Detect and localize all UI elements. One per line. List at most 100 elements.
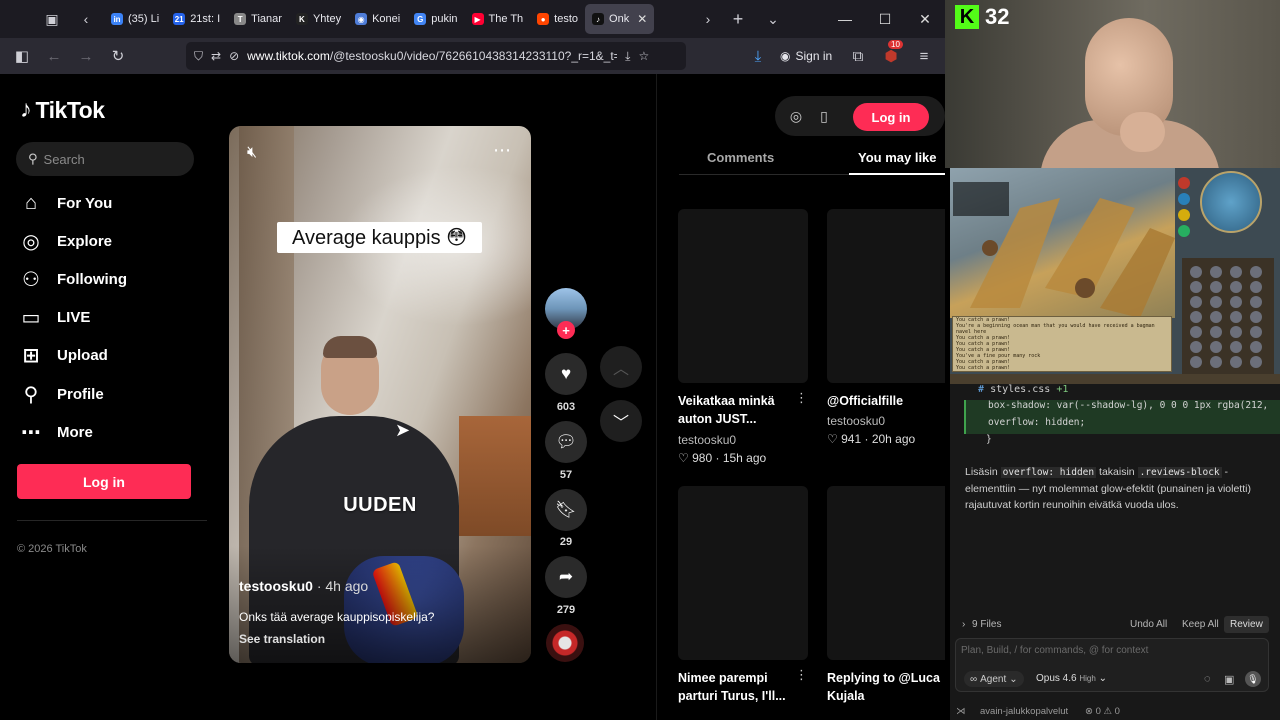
card-title[interactable]: Veikatkaa minkä auton JUST... [678, 392, 796, 428]
menu-icon[interactable]: ≡ [908, 40, 940, 72]
previous-video-button[interactable]: ︿ [600, 346, 642, 388]
follow-plus-icon[interactable]: + [557, 321, 575, 339]
save-page-icon[interactable]: ⤓ [625, 49, 630, 64]
minimize-icon[interactable]: — [825, 0, 865, 38]
sidebar-item-label: LIVE [57, 308, 91, 326]
sidebar-item-label: For You [57, 194, 113, 212]
inventory-item-icon [1230, 266, 1242, 278]
status-branch[interactable]: avain-jalukkopalvelut [980, 706, 1068, 717]
close-window-icon[interactable]: ✕ [905, 0, 945, 38]
video-author[interactable]: testoosku0 · 4h ago [239, 578, 368, 594]
tab-comments[interactable]: Comments [707, 150, 774, 165]
video-thumbnail[interactable] [678, 209, 808, 383]
spec-orb-icon [1178, 225, 1190, 237]
blocked-media-icon[interactable]: ⊘ [229, 49, 239, 63]
compass-icon: ◎ [22, 230, 40, 253]
extensions-icon[interactable]: ⧉ [842, 40, 874, 72]
remote-icon[interactable]: ⋊ [956, 706, 966, 717]
browser-tab[interactable]: T Tianar [227, 4, 289, 34]
browser-tab[interactable]: ◉ Konei [348, 4, 407, 34]
card-title[interactable]: Replying to @Luca Kujala [827, 669, 945, 705]
tab-overview-icon[interactable]: ▣ [40, 7, 64, 31]
inventory-item-icon [1230, 311, 1242, 323]
video-frame-bench [459, 416, 531, 536]
sidebar-item-live[interactable]: ▭ LIVE [20, 306, 91, 329]
sidebar-item-explore[interactable]: ◎ Explore [20, 230, 112, 253]
tab-favicon-icon: G [414, 13, 427, 25]
tab-scroll-right-icon[interactable]: › [696, 7, 720, 31]
next-video-button[interactable]: ﹀ [600, 400, 642, 442]
new-tab-icon[interactable]: + [726, 7, 750, 31]
sidebar-item-profile[interactable]: ⚲ Profile [20, 383, 104, 406]
status-problems[interactable]: ⊗ 0 ⚠ 0 [1085, 706, 1120, 717]
permissions-icon[interactable]: ⇄ [211, 49, 221, 63]
see-translation-link[interactable]: See translation [239, 632, 325, 646]
tab-label: 21st: I [190, 13, 221, 25]
video-thumbnail[interactable] [827, 486, 945, 660]
browser-tab[interactable]: 21 21st: I [166, 4, 227, 34]
card-title[interactable]: @Officialfille [827, 392, 945, 410]
sidebar-item-more[interactable]: ⋯ More [20, 421, 93, 444]
undo-all-button[interactable]: Undo All [1130, 619, 1167, 630]
video-player[interactable]: Average kauppis 😳 🔇︎ ⋯ UUDEN testoosku0 … [229, 126, 531, 663]
browser-tab[interactable]: ● testo [530, 4, 585, 34]
sidebar-item-following[interactable]: ⚇ Following [20, 268, 127, 291]
sidebar-login-button[interactable]: Log in [17, 464, 191, 499]
card-user[interactable]: testoosku0 [678, 433, 736, 447]
tab-you-may-like[interactable]: You may like [858, 150, 937, 165]
like-button[interactable]: ♥ [545, 353, 587, 395]
forward-icon[interactable]: → [70, 40, 102, 72]
tab-favicon-icon: ▶ [471, 13, 484, 25]
music-disc-icon[interactable] [546, 624, 584, 662]
get-app-icon[interactable]: ▯ [814, 106, 834, 126]
model-select[interactable]: Opus 4.6 High ⌄ [1036, 673, 1107, 684]
coins-icon[interactable]: ◎ [786, 106, 806, 126]
sidebar-item-label: More [57, 423, 93, 441]
card-more-icon[interactable]: ⋮ [795, 667, 808, 683]
tab-close-icon[interactable]: ✕ [637, 12, 647, 26]
downloads-icon[interactable]: ⤓ [742, 40, 774, 72]
microphone-icon[interactable]: 🎙︎ [1245, 671, 1261, 687]
search-input[interactable]: ⚲ Search [16, 142, 194, 176]
back-icon[interactable]: ← [38, 40, 70, 72]
chevron-right-icon[interactable]: › [962, 619, 965, 630]
agent-prompt-input[interactable]: Plan, Build, / for commands, @ for conte… [955, 638, 1269, 692]
card-title[interactable]: Nimee parempi parturi Turus, I'll... [678, 669, 796, 705]
run-orb-icon [1178, 209, 1190, 221]
tab-scroll-left-icon[interactable]: ‹ [74, 7, 98, 31]
image-attach-icon[interactable]: ▣ [1224, 673, 1234, 686]
shield-icon[interactable]: ⛉ [194, 49, 203, 64]
card-more-icon[interactable]: ⋮ [795, 390, 808, 406]
video-thumbnail[interactable] [827, 209, 945, 383]
video-thumbnail[interactable] [678, 486, 808, 660]
diff-filename[interactable]: # styles.css +1 [978, 384, 1068, 395]
sidebar-item-upload[interactable]: ⊞ Upload [20, 344, 108, 367]
mute-icon[interactable]: 🔇︎ [247, 144, 257, 162]
reload-icon[interactable]: ↻ [102, 40, 134, 72]
url-text[interactable]: www.tiktok.com/@testoosku0/video/7626610… [247, 49, 617, 63]
maximize-icon[interactable]: ☐ [865, 0, 905, 38]
header-login-button[interactable]: Log in [853, 103, 929, 131]
sidebar-item-for-you[interactable]: ⌂ For You [20, 192, 112, 214]
sidebar-toggle-icon[interactable]: ◧ [6, 40, 38, 72]
list-tabs-icon[interactable]: ⌄ [761, 7, 785, 31]
sign-in-button[interactable]: ◉ Sign in [780, 44, 832, 68]
card-user[interactable]: testoosku0 [827, 414, 885, 428]
browser-tab[interactable]: ♪ Onk ✕ [585, 4, 655, 34]
bookmark-star-icon[interactable]: ☆ [638, 49, 649, 63]
review-button[interactable]: Review [1224, 616, 1269, 633]
browser-tab[interactable]: ▶ The Th [465, 4, 531, 34]
save-button[interactable]: 🔖︎ [545, 489, 587, 531]
browser-tab[interactable]: K Yhtey [289, 4, 348, 34]
url-bar[interactable]: ⛉ ⇄ ⊘ www.tiktok.com/@testoosku0/video/7… [186, 42, 686, 70]
keep-all-button[interactable]: Keep All [1182, 619, 1219, 630]
tiktok-logo[interactable]: ♪ TikTok [20, 96, 105, 124]
changed-files-toggle[interactable]: 9 Files [972, 619, 1001, 630]
browser-tab[interactable]: Gpukin [407, 4, 464, 34]
browser-tab[interactable]: in (35) Li [104, 4, 166, 34]
comment-button[interactable]: 💬︎ [545, 421, 587, 463]
share-button[interactable]: ➦ [545, 556, 587, 598]
agent-mode-select[interactable]: ∞ Agent ⌄ [964, 671, 1024, 687]
inventory-item-icon [1210, 266, 1222, 278]
video-more-icon[interactable]: ⋯ [493, 140, 512, 161]
